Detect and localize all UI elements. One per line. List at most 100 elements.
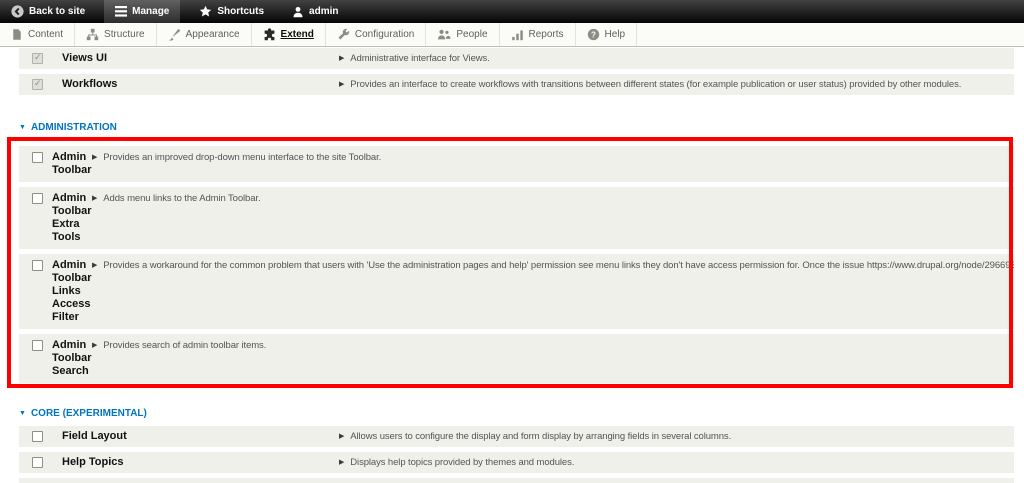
collapsed-twisty-icon: ▶ (92, 342, 98, 349)
section-label: ADMINISTRATION (30, 122, 117, 133)
people-icon (437, 28, 451, 41)
tab-reports-label: Reports (528, 29, 564, 40)
shortcuts-button[interactable]: Shortcuts (188, 0, 275, 23)
collapsed-twisty-icon: ▶ (339, 433, 345, 440)
module-name: Workflows (62, 78, 118, 90)
manage-tab[interactable]: Manage (104, 0, 181, 23)
checkbox-unchecked-icon[interactable] (32, 193, 43, 204)
module-name: Admin Toolbar Extra Tools (52, 192, 92, 243)
module-description: Administrative interface for Views. (350, 53, 490, 64)
checkbox-unchecked-icon[interactable] (32, 152, 43, 163)
help-icon: ? (587, 28, 600, 41)
module-row-admin-toolbar: Admin Toolbar ▶ Provides an improved drop… (19, 146, 1014, 182)
module-description: Provides an interface to create workflow… (350, 79, 962, 90)
admin-user-button[interactable]: admin (281, 0, 349, 23)
module-description-toggle[interactable]: ▶ Provides an improved drop-down menu int… (92, 151, 1014, 164)
tab-extend[interactable]: Extend (252, 23, 326, 46)
puzzle-icon (263, 28, 276, 41)
tab-reports[interactable]: Reports (500, 23, 576, 46)
module-checkbox-admin-toolbar-extra-tools[interactable] (32, 192, 45, 204)
expanded-twisty-icon: ▼ (19, 124, 26, 131)
tab-configuration-label: Configuration (354, 29, 415, 40)
module-row-admin-toolbar-extra-tools: Admin Toolbar Extra Tools ▶ Adds menu lin… (19, 187, 1014, 249)
module-name: Views UI (62, 52, 108, 64)
collapsed-twisty-icon: ▶ (92, 154, 98, 161)
collapsed-twisty-icon: ▶ (92, 262, 98, 269)
module-description-toggle[interactable]: ▶ Adds menu links to the Admin Toolbar. (92, 192, 1014, 205)
back-icon (11, 5, 24, 18)
back-to-site-label: Back to site (29, 6, 86, 17)
partial-module-row (19, 478, 1014, 483)
bar-chart-icon (511, 28, 524, 41)
module-name: Field Layout (62, 430, 127, 442)
checkbox-checked-disabled-icon (32, 52, 43, 64)
tab-help-label: Help (604, 29, 626, 40)
section-label: CORE (EXPERIMENTAL) (30, 408, 147, 419)
tab-people[interactable]: People (426, 23, 500, 46)
module-description-toggle[interactable]: ▶ Administrative interface for Views. (339, 52, 1014, 65)
svg-text:?: ? (591, 30, 596, 39)
checkbox-unchecked-icon[interactable] (32, 260, 43, 271)
tab-structure[interactable]: Structure (75, 23, 157, 46)
admin-user-label: admin (309, 6, 339, 17)
tab-appearance[interactable]: Appearance (157, 23, 252, 46)
document-icon (11, 28, 23, 41)
module-description: Provides an improved drop-down menu inte… (103, 152, 382, 163)
wrench-icon (337, 28, 350, 41)
manage-label: Manage (132, 6, 170, 17)
module-description-toggle[interactable]: ▶ Provides an interface to create workflo… (339, 78, 1014, 91)
module-description-toggle[interactable]: ▶ Provides a workaround for the common pr… (92, 259, 1014, 272)
back-to-site-button[interactable]: Back to site (0, 0, 96, 23)
collapsed-twisty-icon: ▶ (339, 459, 345, 466)
module-checkbox-workflows (32, 78, 45, 90)
module-description-toggle[interactable]: ▶ Displays help topics provided by themes… (339, 456, 1014, 469)
module-row-workflows: Workflows ▶ Provides an interface to crea… (19, 74, 1014, 95)
shortcuts-label: Shortcuts (217, 6, 265, 17)
section-header-core-experimental[interactable]: ▼ CORE (EXPERIMENTAL) (19, 407, 1014, 420)
module-row-field-layout: Field Layout ▶ Allows users to configure … (19, 426, 1014, 447)
module-description: Provides a workaround for the common pro… (103, 260, 1014, 271)
expanded-twisty-icon: ▼ (19, 410, 26, 417)
tab-people-label: People (456, 29, 488, 40)
collapsed-twisty-icon: ▶ (339, 55, 345, 62)
module-description: Adds menu links to the Admin Toolbar. (103, 193, 261, 204)
tab-content-label: Content (28, 29, 64, 40)
module-checkbox-admin-toolbar-search[interactable] (32, 339, 45, 351)
section-header-administration[interactable]: ▼ ADMINISTRATION (19, 121, 1014, 134)
module-checkbox-help-topics[interactable] (32, 456, 45, 468)
sitemap-icon (86, 28, 99, 41)
tab-extend-label: Extend (280, 29, 314, 40)
module-row-views-ui: Views UI ▶ Administrative interface for V… (19, 48, 1014, 69)
module-name: Help Topics (62, 456, 124, 468)
module-description-toggle[interactable]: ▶ Provides search of admin toolbar items. (92, 339, 1014, 352)
menu-icon (115, 6, 128, 17)
paintbrush-icon (168, 28, 181, 41)
tab-appearance-label: Appearance (185, 29, 240, 40)
tab-content[interactable]: Content (0, 23, 76, 46)
star-icon (199, 5, 212, 18)
module-description: Provides search of admin toolbar items. (103, 340, 267, 351)
module-row-admin-toolbar-search: Admin Toolbar Search ▶ Provides search of… (19, 334, 1014, 383)
checkbox-unchecked-icon[interactable] (32, 340, 43, 351)
modules-list: Views UI ▶ Administrative interface for V… (0, 47, 1024, 483)
checkbox-checked-disabled-icon (32, 78, 43, 90)
collapsed-twisty-icon: ▶ (92, 195, 98, 202)
checkbox-unchecked-icon[interactable] (32, 431, 43, 442)
module-checkbox-admin-toolbar[interactable] (32, 151, 45, 163)
collapsed-twisty-icon: ▶ (339, 81, 345, 88)
module-row-admin-toolbar-links-access-filter: Admin Toolbar Links Access Filter ▶ Provi… (19, 254, 1014, 329)
module-name: Admin Toolbar Links Access Filter (52, 259, 92, 323)
module-checkbox-admin-toolbar-links-access-filter[interactable] (32, 259, 45, 271)
user-icon (292, 6, 304, 18)
module-name: Admin Toolbar (52, 151, 92, 176)
module-description-toggle[interactable]: ▶ Allows users to configure the display a… (339, 430, 1014, 443)
module-checkbox-field-layout[interactable] (32, 430, 45, 442)
module-name: Admin Toolbar Search (52, 339, 92, 377)
module-description: Displays help topics provided by themes … (350, 457, 575, 468)
tab-help[interactable]: ? Help (576, 23, 638, 46)
tab-configuration[interactable]: Configuration (326, 23, 427, 46)
module-description: Allows users to configure the display an… (350, 431, 732, 442)
module-row-help-topics: Help Topics ▶ Displays help topics provid… (19, 452, 1014, 473)
checkbox-unchecked-icon[interactable] (32, 457, 43, 468)
module-checkbox-views-ui (32, 52, 45, 64)
